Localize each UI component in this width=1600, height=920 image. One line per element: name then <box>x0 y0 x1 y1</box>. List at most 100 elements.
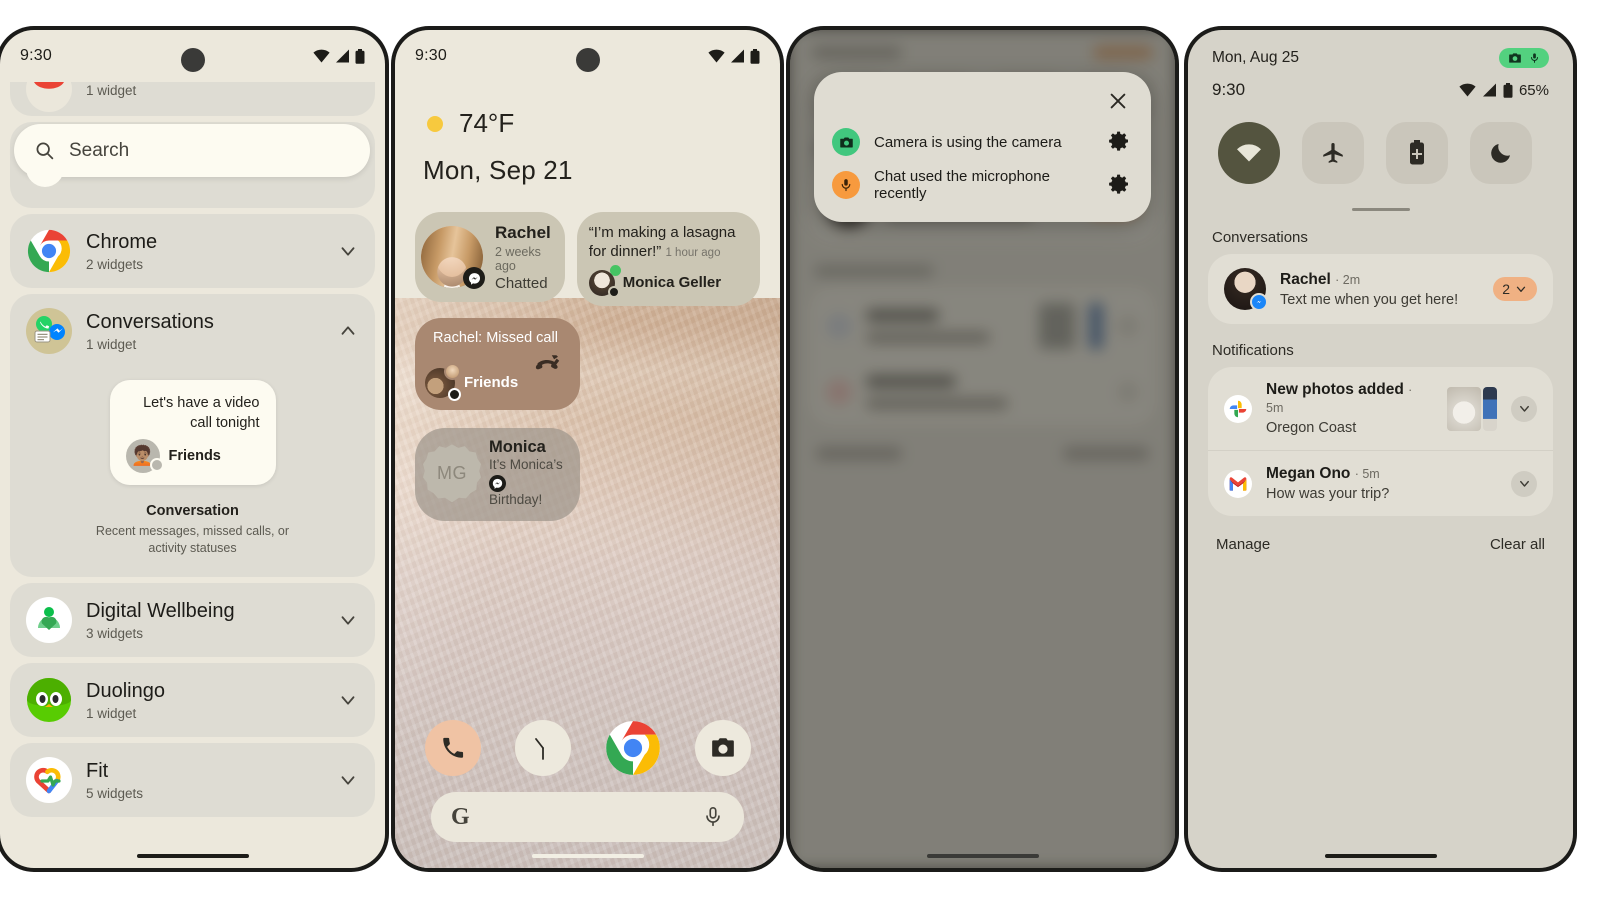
list-item-conversations[interactable]: Conversations 1 widget Let's have a vide… <box>10 294 375 577</box>
list-item-title: Digital Wellbeing <box>86 599 235 622</box>
clock-icon <box>526 731 560 765</box>
list-item-subtitle: 1 widget <box>86 337 137 352</box>
list-item-clipped[interactable]: 1 widget <box>10 82 375 116</box>
screen-privacy: Camera is using the camera Chat used the… <box>790 30 1175 868</box>
privacy-chip[interactable] <box>1499 48 1549 68</box>
screen-widget-picker: 9:30 Search 1 widget Chrome 2 widgets Co… <box>0 30 385 868</box>
privacy-item-camera[interactable]: Camera is using the camera <box>832 128 1133 156</box>
preview-message: Let's have a video call tonight <box>143 395 260 431</box>
tile-airplane-mode[interactable] <box>1302 122 1364 184</box>
home-gesture-bar[interactable] <box>136 854 249 858</box>
list-item-duolingo[interactable]: Duolingo 1 widget <box>10 662 375 737</box>
list-item-chrome[interactable]: Chrome 2 widgets <box>10 214 375 288</box>
phone-widget-picker: 9:30 Search 1 widget Chrome 2 widgets Co… <box>0 30 385 868</box>
phone-home-screen: 9:30 74°F Mon, Sep 21 Rachel 2 weeks ago… <box>395 30 780 868</box>
gmail-icon <box>1224 469 1252 498</box>
camera-icon <box>1508 51 1522 65</box>
search-input[interactable]: Search <box>14 124 370 187</box>
screenshot-stage: 9:30 Search 1 widget Chrome 2 widgets Co… <box>0 0 1600 920</box>
google-photos-icon <box>1224 394 1252 423</box>
tile-do-not-disturb[interactable] <box>1470 122 1532 184</box>
mic-icon <box>1529 51 1540 65</box>
phone-icon <box>440 735 466 761</box>
shade-date: Mon, Aug 25 <box>1212 49 1300 66</box>
weather-row[interactable]: 74°F <box>423 108 752 139</box>
camera-punchhole-icon <box>575 48 600 72</box>
battery-icon <box>750 48 760 64</box>
conversation-widget-preview[interactable]: Let's have a video call tonight 🧑🏽‍🦱 Fri… <box>109 380 276 486</box>
chevron-down-icon[interactable] <box>1511 470 1537 497</box>
chevron-down-icon[interactable] <box>337 240 359 262</box>
thumbnail-image <box>1483 386 1497 431</box>
wifi-icon <box>1459 83 1476 97</box>
conversation-widgets: Rachel 2 weeks ago Chatted “I’m making a… <box>395 212 780 522</box>
conversation-row-rachel[interactable]: Rachel · 2m Text me when you get here! 2 <box>1208 254 1553 324</box>
notification-text: How was your trip? <box>1266 486 1390 502</box>
status-bar: 9:30 <box>0 30 385 82</box>
notification-row-gmail[interactable]: Megan Ono · 5m How was your trip? <box>1208 450 1553 516</box>
list-item-subtitle: 3 widgets <box>86 625 144 641</box>
at-a-glance-widget[interactable]: 74°F Mon, Sep 21 <box>395 82 780 186</box>
conversation-name: Rachel <box>495 222 551 242</box>
chevron-down-icon[interactable] <box>337 769 359 791</box>
missed-call-icon <box>534 352 562 379</box>
clear-all-button[interactable]: Clear all <box>1490 536 1545 553</box>
birthday-line-1: It’s Monica’s <box>489 456 563 472</box>
list-item-subtitle: 1 widget <box>86 83 137 98</box>
widget-preview-area: Let's have a video call tonight 🧑🏽‍🦱 Fri… <box>26 354 359 563</box>
list-item-title: Chrome <box>86 231 158 253</box>
gear-icon[interactable] <box>1107 129 1133 155</box>
conversation-count-badge[interactable]: 2 <box>1493 277 1537 301</box>
home-gesture-bar[interactable] <box>1324 854 1437 858</box>
chevron-up-icon[interactable] <box>337 320 359 342</box>
weather-temp: 74°F <box>459 108 515 138</box>
avatar <box>1224 268 1268 311</box>
privacy-item-microphone[interactable]: Chat used the microphone recently <box>832 168 1133 202</box>
list-item-digital-wellbeing[interactable]: Digital Wellbeing 3 widgets <box>10 582 375 657</box>
conversation-widget-birthday[interactable]: MG Monica It’s Monica’s Birthday! <box>415 427 580 522</box>
search-input-text: Search <box>69 139 130 161</box>
wifi-icon <box>1236 143 1262 163</box>
notification-row-photos[interactable]: New photos added · 5m Oregon Coast <box>1208 367 1553 450</box>
home-gesture-bar[interactable] <box>531 854 644 858</box>
notification-title-row: Megan Ono · 5m <box>1266 465 1380 482</box>
tile-battery-saver[interactable] <box>1386 122 1448 184</box>
chevron-down-icon[interactable] <box>337 689 359 711</box>
avatar-initials: MG <box>423 444 481 503</box>
manage-button[interactable]: Manage <box>1216 536 1270 553</box>
notification-time: · 5m <box>1354 467 1380 481</box>
gear-icon[interactable] <box>1107 172 1133 198</box>
camera-app[interactable] <box>694 720 751 776</box>
conversation-widget-missed-call[interactable]: Rachel: Missed call Friends <box>415 317 580 410</box>
privacy-item-text: Camera is using the camera <box>874 133 1062 151</box>
list-item-fit[interactable]: Fit 5 widgets <box>10 742 375 817</box>
conversation-state: Chatted <box>495 274 548 292</box>
birthday-line-2: Birthday! <box>489 492 543 508</box>
mic-icon[interactable] <box>702 806 724 828</box>
home-gesture-bar[interactable] <box>926 854 1039 858</box>
conversation-text: Text me when you get here! <box>1280 291 1459 308</box>
section-label-notifications: Notifications <box>1212 342 1294 359</box>
chrome-app[interactable] <box>605 720 661 776</box>
date-text: Mon, Sep 21 <box>423 155 573 185</box>
google-search-bar[interactable]: G <box>431 792 744 842</box>
messenger-badge-icon <box>448 387 461 401</box>
phone-app[interactable] <box>424 720 481 776</box>
conversation-widget-rachel[interactable]: Rachel 2 weeks ago Chatted <box>415 212 565 302</box>
notification-thumbnails[interactable] <box>1447 386 1497 431</box>
status-bar: 9:30 <box>395 30 780 82</box>
tile-wifi[interactable] <box>1218 122 1280 184</box>
chevron-down-icon[interactable] <box>337 609 359 631</box>
missed-call-title: Rachel: Missed call <box>433 329 558 346</box>
cellular-signal-icon <box>335 49 350 63</box>
online-status-dot <box>609 264 621 276</box>
list-item-title: Duolingo <box>86 679 165 702</box>
chevron-down-icon[interactable] <box>1511 395 1537 422</box>
list-item-title: Fit <box>86 759 109 782</box>
preview-widget-name: Conversation <box>146 503 239 520</box>
notification-text: Oregon Coast <box>1266 420 1357 436</box>
conversation-widget-monica-quote[interactable]: “I’m making a lasagna for dinner!” 1 hou… <box>576 212 760 306</box>
clock-app[interactable] <box>514 720 571 776</box>
close-icon[interactable] <box>1103 86 1133 116</box>
battery-plus-icon <box>1409 140 1425 166</box>
